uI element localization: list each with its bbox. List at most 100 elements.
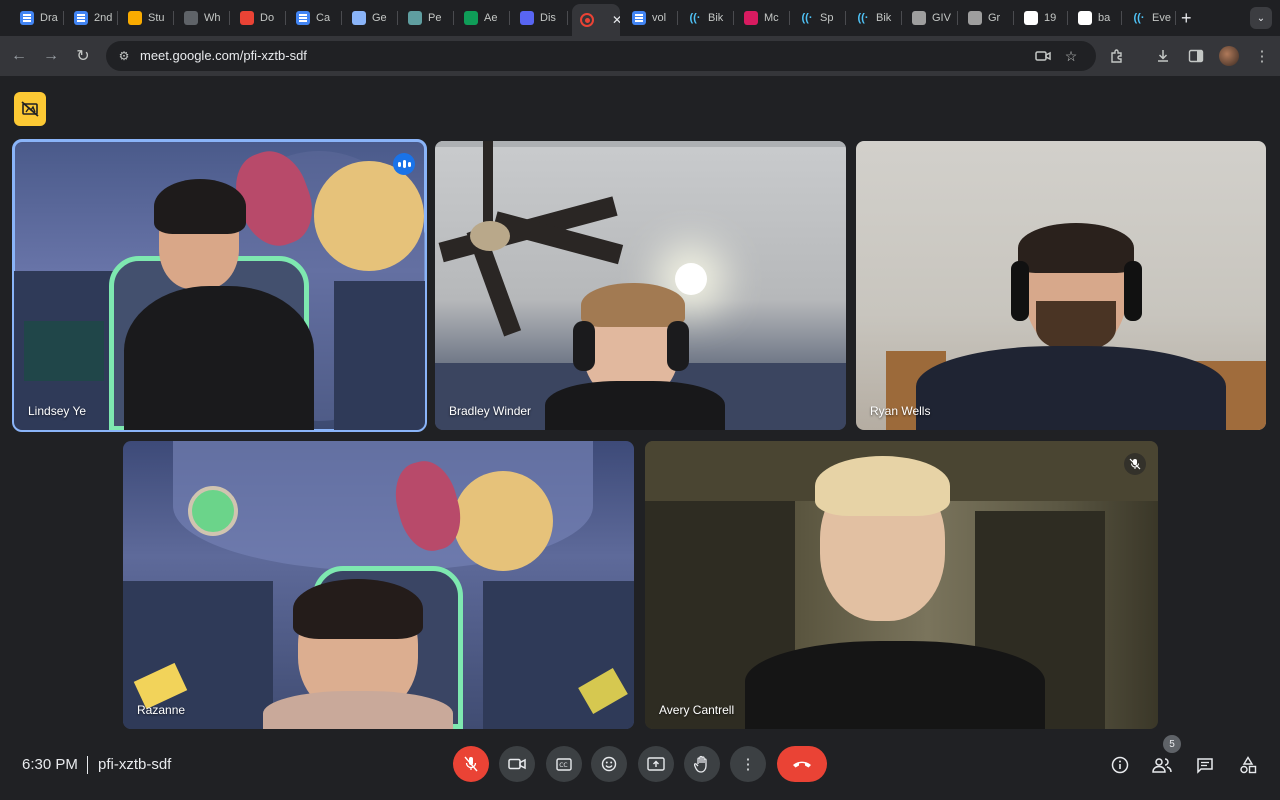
tab-title: 2nd — [94, 12, 113, 24]
meeting-code: pfi-xztb-sdf — [98, 756, 172, 773]
tab-separator — [1175, 11, 1176, 25]
browser-tab[interactable]: Ae — [456, 6, 510, 30]
participant-tile[interactable]: Razanne — [123, 441, 634, 729]
browser-tab[interactable]: ((· Sp — [792, 6, 846, 30]
forward-button[interactable]: → — [40, 45, 62, 67]
sound-wave-icon: ((· — [689, 12, 701, 24]
participant-name: Ryan Wells — [870, 404, 931, 418]
google-docs-icon — [74, 11, 88, 25]
image-thumb-icon — [912, 11, 926, 25]
camera-toggle-button[interactable] — [499, 746, 535, 782]
tab-title: Ca — [316, 12, 331, 24]
captions-button[interactable]: CC — [546, 746, 582, 782]
raise-hand-button[interactable] — [684, 746, 720, 782]
browser-tab[interactable]: Ge — [344, 6, 398, 30]
browser-tab[interactable]: 2nd — [66, 6, 118, 30]
present-screen-button[interactable] — [638, 746, 674, 782]
sound-wave-icon: ((· — [857, 12, 869, 24]
tab-title: Bik — [708, 12, 724, 24]
reload-button[interactable]: ↻ — [72, 45, 94, 67]
browser-tab[interactable]: Stu — [120, 6, 174, 30]
tab-separator — [1067, 11, 1068, 25]
cloud-icon — [352, 11, 366, 25]
browser-tab[interactable]: Mc — [736, 6, 790, 30]
people-icon[interactable] — [1150, 753, 1174, 777]
browser-tab[interactable]: Gr — [960, 6, 1014, 30]
tab-title: ba — [1098, 12, 1111, 24]
browser-tab[interactable]: Dra — [12, 6, 64, 30]
browser-tab[interactable]: vol — [624, 6, 678, 30]
mic-muted-icon — [1124, 453, 1146, 475]
participant-name: Bradley Winder — [449, 404, 532, 418]
tab-separator — [733, 11, 734, 25]
bar-chart-icon — [128, 11, 142, 25]
new-tab-button[interactable]: + — [1181, 8, 1192, 29]
browser-tab[interactable]: Pe — [400, 6, 454, 30]
google-docs-icon — [632, 11, 646, 25]
tab-separator — [63, 11, 64, 25]
browser-tab[interactable]: Dis — [512, 6, 568, 30]
participant-tile[interactable]: Avery Cantrell — [645, 441, 1158, 729]
no-camera-background-icon[interactable] — [14, 92, 46, 126]
participant-tile[interactable]: Bradley Winder — [435, 141, 846, 430]
tab-title: Do — [260, 12, 275, 24]
browser-tab[interactable]: ((· Eve — [1124, 6, 1176, 30]
tab-separator — [1013, 11, 1014, 25]
svg-text:CC: CC — [559, 762, 567, 769]
browser-tab[interactable]: Do — [232, 6, 286, 30]
current-time: 6:30 PM — [22, 756, 78, 773]
microphone-toggle-button[interactable] — [453, 746, 489, 782]
participant-tile[interactable]: Ryan Wells — [856, 141, 1266, 430]
tab-separator — [173, 11, 174, 25]
close-tab-icon[interactable]: ✕ — [612, 13, 620, 27]
tab-separator — [341, 11, 342, 25]
letter-w-icon — [464, 11, 478, 25]
tab-title: Pe — [428, 12, 442, 24]
browser-tab[interactable]: Wh — [176, 6, 230, 30]
browser-tab[interactable]: GIV — [904, 6, 958, 30]
browser-tab[interactable]: ((· Bik — [680, 6, 734, 30]
tab-search-button[interactable]: ⌄ — [1250, 7, 1272, 29]
sound-wave-icon: ((· — [1133, 12, 1145, 24]
address-bar[interactable]: ⚙ meet.google.com/pfi-xztb-sdf ☆ — [106, 41, 1096, 71]
tab-separator — [567, 11, 568, 25]
browser-tab[interactable]: ((· Bik — [848, 6, 902, 30]
google-icon — [1078, 11, 1092, 25]
back-button[interactable]: ← — [8, 45, 30, 67]
browser-tab[interactable]: 19 — [1016, 6, 1068, 30]
participant-tile[interactable]: Lindsey Ye — [12, 139, 427, 432]
browser-tab[interactable]: Ca — [288, 6, 342, 30]
tab-title: Dis — [540, 12, 556, 24]
tab-strip: + ⌄ Dra 2nd Stu Wh Do Ca Ge Pe Ae Dis ✕ vol ((· Bik Mc… — [0, 0, 1280, 36]
sound-wave-icon: ((· — [801, 12, 813, 24]
camera-in-use-icon[interactable] — [1034, 47, 1052, 65]
leave-call-button[interactable] — [777, 746, 827, 782]
browser-tab[interactable]: ba — [1070, 6, 1122, 30]
tab-title: Dra — [40, 12, 58, 24]
browser-menu-icon[interactable]: ⋮ — [1251, 45, 1273, 67]
extensions-icon[interactable] — [1106, 45, 1128, 67]
tab-separator — [957, 11, 958, 25]
tab-title: vol — [652, 12, 667, 24]
bookmark-star-icon[interactable]: ☆ — [1062, 47, 1080, 65]
chat-icon[interactable] — [1193, 753, 1217, 777]
tab-separator — [901, 11, 902, 25]
downloads-icon[interactable] — [1152, 45, 1174, 67]
discord-icon — [520, 11, 534, 25]
participant-name: Avery Cantrell — [659, 703, 735, 717]
meeting-controls-bar: 6:30 PM pfi-xztb-sdf CC ⋮ — [0, 740, 1280, 800]
participant-name: Razanne — [137, 703, 186, 717]
tab-title: Mc — [764, 12, 779, 24]
record-icon — [580, 13, 594, 27]
tab-separator — [509, 11, 510, 25]
profile-avatar[interactable] — [1219, 46, 1239, 66]
browser-tab[interactable]: ✕ — [572, 4, 620, 36]
site-info-icon[interactable]: ⚙ — [116, 48, 132, 64]
google-docs-icon — [296, 11, 310, 25]
emoji-reactions-button[interactable] — [591, 746, 627, 782]
meeting-details-icon[interactable] — [1108, 753, 1132, 777]
side-panel-icon[interactable] — [1185, 45, 1207, 67]
more-options-button[interactable]: ⋮ — [730, 746, 766, 782]
activities-icon[interactable] — [1236, 753, 1260, 777]
divider — [87, 756, 88, 774]
